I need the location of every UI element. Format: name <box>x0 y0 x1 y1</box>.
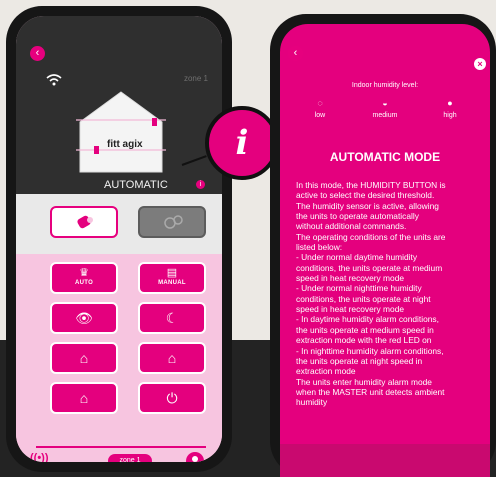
panel-body-line: The units enter humidity alarm mode <box>296 376 432 387</box>
zone-selector[interactable]: zone 1 <box>108 454 152 462</box>
moon-icon: ☾ <box>165 310 179 326</box>
panel-body-line: when the MASTER unit detects ambient <box>296 386 445 397</box>
phone-left: ‹ zone 1 fitt agix AUTOMATIC i ♛ AUTO ▤ … <box>6 6 232 472</box>
house-outline-button[interactable]: ⌂ <box>138 342 206 374</box>
panel-body-line: speed in heat recovery mode <box>296 273 405 284</box>
mode-label: AUTOMATIC <box>104 179 168 191</box>
fan-toggle-button[interactable] <box>138 206 206 238</box>
panel-body-line: extraction mode <box>296 366 356 377</box>
zone-label-top: zone 1 <box>183 74 208 83</box>
panel-body-line: conditions, the units operate at night <box>296 293 431 304</box>
sound-wave-icon[interactable]: ((•)) <box>30 452 49 462</box>
panel-body-line: The humidity sensor is active, allowing <box>296 200 439 211</box>
wifi-icon <box>46 74 62 86</box>
nav-divider <box>36 446 206 448</box>
humidity-medium-label: medium <box>372 112 398 119</box>
house-gear-button[interactable]: ⌂ <box>50 382 118 414</box>
panel-body-line: - Under normal nighttime humidity <box>296 283 422 294</box>
close-icon[interactable]: × <box>474 58 486 70</box>
house-fan-button[interactable]: ⌂ <box>50 342 118 374</box>
humidity-medium: ◒ medium <box>355 98 415 119</box>
panel-body-line: active to select the desired threshold. <box>296 190 435 201</box>
info-icon[interactable]: i <box>196 180 205 189</box>
panel-body-line: - Under normal daytime humidity <box>296 252 418 263</box>
house-diagram <box>76 91 166 173</box>
bottom-bar-right <box>280 444 490 477</box>
back-button-right[interactable]: ‹ <box>288 46 303 61</box>
panel-body-line: conditions, the units operate at medium <box>296 262 443 273</box>
night-button[interactable]: ☾ <box>138 302 206 334</box>
info-panel-screen: ‹ × Indoor humidity level: ◌ low ◒ mediu… <box>280 24 490 477</box>
panel-body-line: In this mode, the HUMIDITY BUTTON is <box>296 180 446 190</box>
sensor-icon <box>77 215 93 229</box>
eye-icon: 👁 <box>75 310 93 326</box>
panel-body-line: extraction mode with the red LED on <box>296 335 432 346</box>
panel-body-line: - In nighttime humidity alarm conditions… <box>296 345 444 356</box>
panel-body-line: the units operate at medium speed in <box>296 324 434 335</box>
humidity-title: Indoor humidity level: <box>351 82 419 89</box>
panel-body-line: without additional commands. <box>296 221 407 232</box>
house-gear-icon: ⌂ <box>79 390 89 406</box>
panel-body-line: listed below: <box>296 242 343 253</box>
auto-mode-label: AUTO <box>74 280 94 286</box>
humidity-low-label: low <box>314 112 326 119</box>
humidity-high: ● high <box>420 98 480 119</box>
power-button[interactable]: ⏻ <box>138 382 206 414</box>
panel-body-line: The operating conditions of the units ar… <box>296 231 446 242</box>
power-icon: ⏻ <box>166 390 178 406</box>
panel-body-line: speed in heat recovery mode <box>296 304 405 315</box>
panel-body-line: the units to operate automatically <box>296 211 419 222</box>
panel-body-line: the units operate at night speed in <box>296 355 423 366</box>
phone-right: ‹ × Indoor humidity level: ◌ low ◒ mediu… <box>270 14 496 477</box>
manual-mode-icon: ▤ <box>166 267 178 279</box>
manual-mode-label: MANUAL <box>158 280 186 286</box>
panel-body-line: humidity <box>296 397 328 408</box>
info-icon-large: i <box>235 123 249 163</box>
humidity-low: ◌ low <box>290 98 350 119</box>
house-fan-icon: ⌂ <box>79 350 89 366</box>
humidity-high-label: high <box>443 112 457 119</box>
auto-mode-button[interactable]: ♛ AUTO <box>50 262 118 294</box>
eye-button[interactable]: 👁 <box>50 302 118 334</box>
drop-full-icon: ● <box>447 98 453 108</box>
app-screen-left: ‹ zone 1 fitt agix AUTOMATIC i ♛ AUTO ▤ … <box>16 16 222 462</box>
house-outline-icon: ⌂ <box>167 350 177 366</box>
drop-half-icon: ◒ <box>382 98 388 108</box>
drop-empty-icon: ◌ <box>317 98 323 108</box>
sensor-toggle-button[interactable] <box>50 206 118 238</box>
house-brand-label: fitt agix <box>107 139 143 150</box>
auto-mode-icon: ♛ <box>79 267 89 279</box>
back-button[interactable]: ‹ <box>30 46 45 61</box>
user-icon[interactable] <box>186 452 204 462</box>
panel-body-line: - In daytime humidity alarm conditions, <box>296 314 439 325</box>
fan-icon <box>164 215 183 229</box>
info-callout-bubble: i <box>205 106 279 180</box>
panel-body-text: In this mode, the HUMIDITY BUTTON is acti… <box>296 180 480 408</box>
panel-heading: AUTOMATIC MODE <box>329 150 441 164</box>
manual-mode-button[interactable]: ▤ MANUAL <box>138 262 206 294</box>
